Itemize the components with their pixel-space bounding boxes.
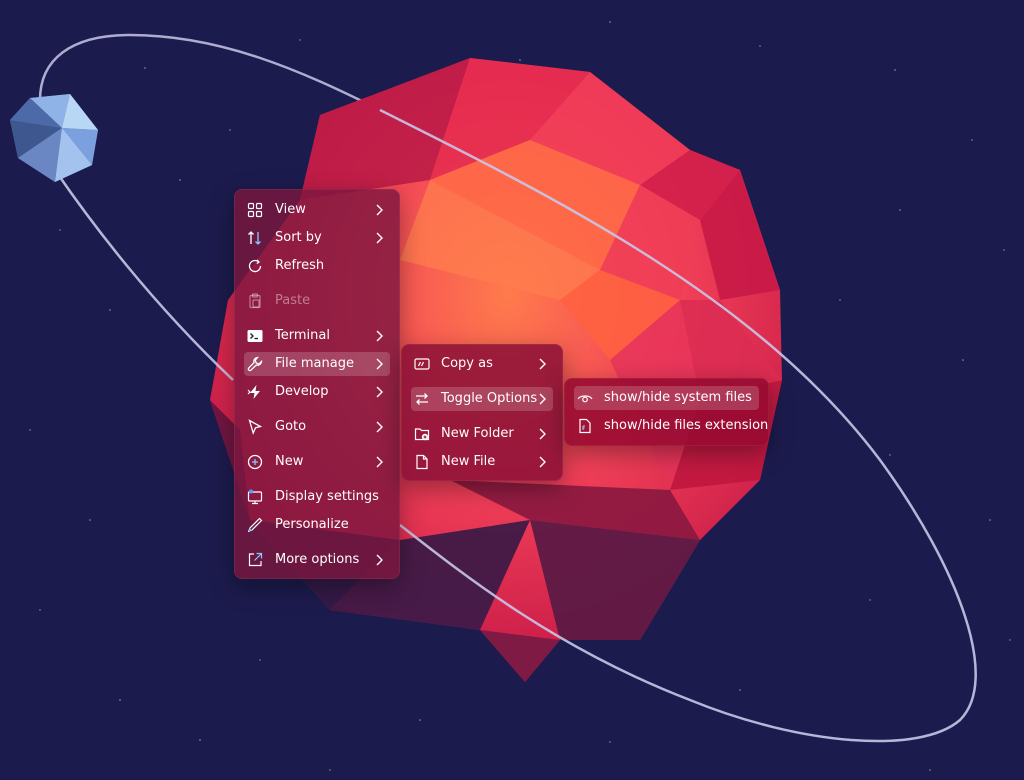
menu-item-label: View [275, 202, 306, 217]
menu-item-label: File manage [275, 356, 354, 371]
copy-as-icon [414, 356, 430, 372]
pen-icon [247, 517, 263, 533]
chevron-right-icon [371, 230, 387, 246]
menu-item-toggle-options[interactable]: Toggle Options [411, 387, 553, 411]
wrench-icon [247, 356, 263, 372]
menu-item-label: More options [275, 552, 360, 567]
menu-item-label: show/hide system files [604, 390, 752, 405]
cursor-icon [247, 419, 263, 435]
swap-icon [414, 391, 430, 407]
chevron-right-icon [534, 454, 550, 470]
chevron-right-icon [371, 328, 387, 344]
desktop[interactable]: View Sort by Refresh Paste Terminal File… [0, 0, 1024, 780]
menu-item-new[interactable]: New [244, 450, 390, 474]
chevron-right-icon [371, 454, 387, 470]
menu-item-more-options[interactable]: More options [244, 548, 390, 572]
moon [10, 94, 98, 182]
paste-icon [247, 293, 263, 309]
menu-item-show-hide-files-extension[interactable]: show/hide files extension [574, 414, 768, 438]
chevron-right-icon [371, 356, 387, 372]
chevron-right-icon [534, 426, 550, 442]
file-manage-submenu: Copy as Toggle Options New Folder New Fi… [401, 344, 563, 481]
chevron-right-icon [534, 391, 550, 407]
menu-item-file-manage[interactable]: File manage [244, 352, 390, 376]
file-extension-icon [577, 418, 593, 434]
folder-add-icon [414, 426, 430, 442]
external-icon [247, 552, 263, 568]
menu-item-refresh[interactable]: Refresh [244, 254, 390, 278]
terminal-icon [247, 328, 263, 344]
menu-item-label: New [275, 454, 304, 469]
menu-item-show-hide-system-files[interactable]: show/hide system files [574, 386, 759, 410]
eye-icon [577, 390, 593, 406]
chevron-right-icon [371, 202, 387, 218]
orbit-back [38, 33, 381, 112]
menu-item-copy-as[interactable]: Copy as [411, 352, 553, 376]
menu-item-label: Refresh [275, 258, 325, 273]
menu-item-label: Display settings [275, 489, 379, 504]
orbit-left [53, 169, 234, 381]
plus-circle-icon [247, 454, 263, 470]
refresh-icon [247, 258, 263, 274]
menu-item-label: New Folder [441, 426, 514, 441]
context-menu: View Sort by Refresh Paste Terminal File… [234, 189, 400, 579]
menu-item-label: Paste [275, 293, 311, 308]
menu-item-label: Develop [275, 384, 329, 399]
menu-item-goto[interactable]: Goto [244, 415, 390, 439]
menu-item-new-file[interactable]: New File [411, 450, 553, 474]
menu-item-paste[interactable]: Paste [244, 289, 390, 313]
menu-item-label: New File [441, 454, 496, 469]
menu-item-develop[interactable]: Develop [244, 380, 390, 404]
menu-item-label: show/hide files extension [604, 418, 769, 433]
menu-item-label: Copy as [441, 356, 493, 371]
sort-icon [247, 230, 263, 246]
menu-item-label: Toggle Options [441, 391, 538, 406]
menu-item-label: Personalize [275, 517, 349, 532]
menu-item-sort-by[interactable]: Sort by [244, 226, 390, 250]
chevron-right-icon [371, 419, 387, 435]
display-icon [247, 489, 263, 505]
menu-item-label: Goto [275, 419, 307, 434]
menu-item-terminal[interactable]: Terminal [244, 324, 390, 348]
menu-item-label: Terminal [275, 328, 330, 343]
menu-item-personalize[interactable]: Personalize [244, 513, 390, 537]
menu-item-new-folder[interactable]: New Folder [411, 422, 553, 446]
file-icon [414, 454, 430, 470]
menu-item-label: Sort by [275, 230, 322, 245]
lightning-icon [247, 384, 263, 400]
menu-item-view[interactable]: View [244, 198, 390, 222]
chevron-right-icon [534, 356, 550, 372]
grid-icon [247, 202, 263, 218]
chevron-right-icon [371, 552, 387, 568]
menu-item-display-settings[interactable]: Display settings [244, 485, 390, 509]
toggle-options-submenu: show/hide system files show/hide files e… [564, 378, 769, 446]
chevron-right-icon [371, 384, 387, 400]
